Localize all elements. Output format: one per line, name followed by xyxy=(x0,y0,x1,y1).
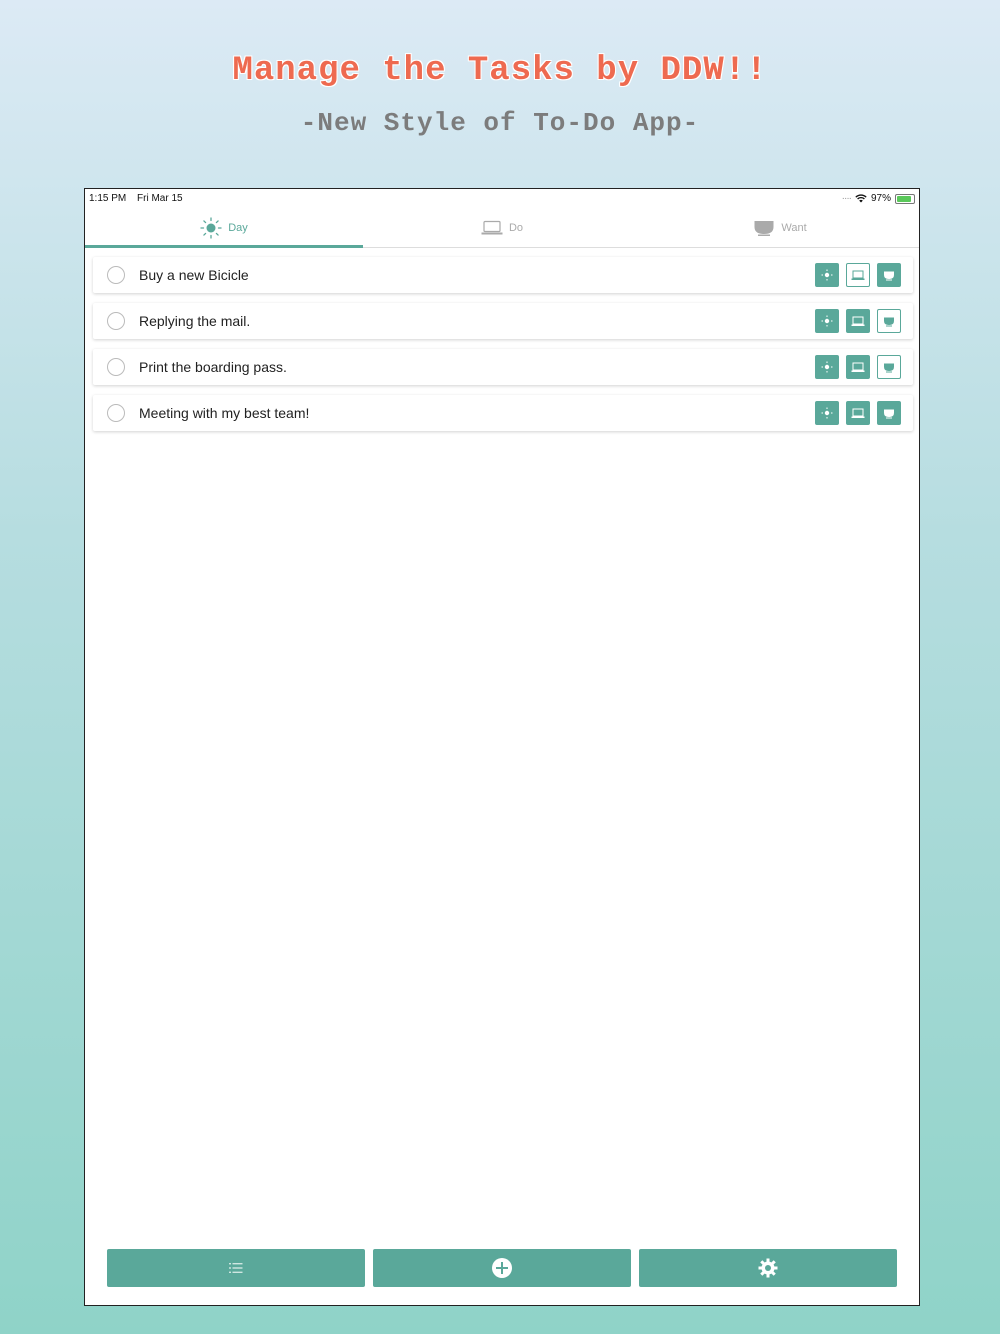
battery-percent: 97% xyxy=(870,193,891,204)
bottom-toolbar xyxy=(107,1249,897,1287)
laptop-icon xyxy=(851,362,865,372)
sun-icon xyxy=(821,407,833,419)
task-text: Buy a new Bicicle xyxy=(139,267,249,283)
battery-icon xyxy=(895,193,915,204)
cup-icon xyxy=(884,271,894,280)
promo-title: Manage the Tasks by DDW!! xyxy=(232,52,768,90)
status-time: 1:15 PM xyxy=(89,193,127,204)
want-toggle[interactable] xyxy=(877,309,901,333)
task-list: Buy a new Bicicle Replying the mail. Pri… xyxy=(93,257,913,441)
want-toggle[interactable] xyxy=(877,263,901,287)
cup-icon xyxy=(884,317,894,326)
wifi-icon xyxy=(855,194,867,203)
task-row[interactable]: Replying the mail. xyxy=(93,303,913,339)
add-icon xyxy=(492,1258,512,1278)
laptop-icon xyxy=(851,316,865,326)
task-text: Print the boarding pass. xyxy=(139,359,287,375)
add-task-button[interactable] xyxy=(373,1249,631,1287)
list-icon xyxy=(229,1263,243,1273)
task-row[interactable]: Meeting with my best team! xyxy=(93,395,913,431)
want-toggle[interactable] xyxy=(877,355,901,379)
do-toggle[interactable] xyxy=(846,263,870,287)
task-text: Replying the mail. xyxy=(139,313,251,329)
status-bar: 1:15 PM Fri Mar 15 ···· 97% xyxy=(85,189,919,209)
tab-day-label: Day xyxy=(228,222,248,234)
laptop-icon xyxy=(481,220,503,235)
cup-icon xyxy=(754,221,774,236)
sun-icon xyxy=(200,217,222,239)
tab-do-label: Do xyxy=(508,222,524,234)
gear-icon xyxy=(758,1258,778,1278)
app-screen: 1:15 PM Fri Mar 15 ···· 97% Day Do Want … xyxy=(84,188,920,1306)
task-text: Meeting with my best team! xyxy=(139,405,310,421)
sun-icon xyxy=(821,361,833,373)
task-checkbox[interactable] xyxy=(107,266,125,284)
tab-do[interactable]: Do xyxy=(363,209,641,247)
day-toggle[interactable] xyxy=(815,263,839,287)
sun-icon xyxy=(821,315,833,327)
cup-icon xyxy=(884,363,894,372)
laptop-icon xyxy=(851,408,865,418)
tab-want[interactable]: Want xyxy=(641,209,919,247)
status-date: Fri Mar 15 xyxy=(137,193,183,204)
task-checkbox[interactable] xyxy=(107,404,125,422)
settings-button[interactable] xyxy=(639,1249,897,1287)
tab-day[interactable]: Day xyxy=(85,209,363,248)
tab-want-label: Want xyxy=(781,222,807,234)
want-toggle[interactable] xyxy=(877,401,901,425)
do-toggle[interactable] xyxy=(846,401,870,425)
task-checkbox[interactable] xyxy=(107,312,125,330)
cup-icon xyxy=(884,409,894,418)
laptop-icon xyxy=(851,270,865,280)
sun-icon xyxy=(821,269,833,281)
day-toggle[interactable] xyxy=(815,309,839,333)
list-button[interactable] xyxy=(107,1249,365,1287)
do-toggle[interactable] xyxy=(846,355,870,379)
day-toggle[interactable] xyxy=(815,355,839,379)
do-toggle[interactable] xyxy=(846,309,870,333)
day-toggle[interactable] xyxy=(815,401,839,425)
task-row[interactable]: Buy a new Bicicle xyxy=(93,257,913,293)
promo-subtitle: -New Style of To-Do App- xyxy=(300,108,700,138)
task-row[interactable]: Print the boarding pass. xyxy=(93,349,913,385)
tab-bar: Day Do Want xyxy=(85,209,919,248)
task-checkbox[interactable] xyxy=(107,358,125,376)
cellular-dots-icon: ···· xyxy=(841,193,852,204)
